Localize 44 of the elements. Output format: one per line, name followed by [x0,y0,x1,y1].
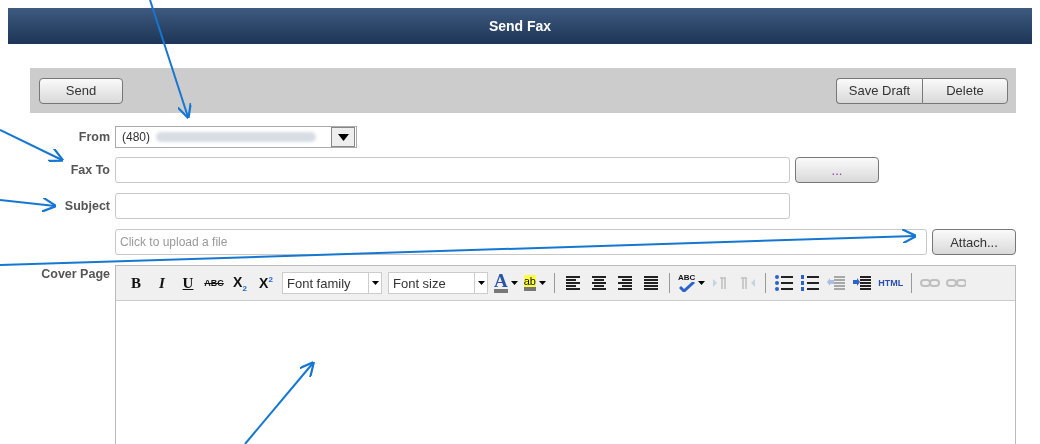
caret-icon [477,281,485,285]
delete-button[interactable]: Delete [922,77,1008,104]
subscript-tool[interactable]: X$_{2}$ [228,272,252,294]
hilite-tool[interactable]: ab [521,272,548,294]
chain-link-icon [920,276,941,290]
from-label: From [78,130,110,144]
superscript-tool[interactable]: X$^{2}$ [254,272,278,294]
from-select[interactable]: (480) [115,126,357,148]
fax-to-field[interactable] [115,157,790,183]
subject-field[interactable] [115,193,790,219]
caret-icon [371,281,379,285]
upload-field[interactable]: Click to upload a file [115,229,927,255]
html-tool[interactable]: HTML [876,272,906,294]
subject-label: Subject [64,199,110,213]
window-title: Send Fax [488,18,552,34]
chain-link-icon [946,276,967,290]
font-select[interactable]: Font size [388,272,488,294]
bold-tool[interactable]: B [124,272,148,294]
send-button[interactable]: Send [39,77,123,104]
attach-button[interactable]: Attach... [932,229,1016,255]
forecolor-tool[interactable]: A [492,272,520,294]
save-draft-button[interactable]: Save Draft [836,77,922,104]
annotation-arrow [0,196,58,213]
from-value: (480) [121,130,150,144]
check-icon [678,282,695,292]
list-icon [775,275,794,291]
fax-to-label: Fax To [70,163,110,177]
spellcheck-tool[interactable]: ABC [676,272,708,294]
indent-icon [853,275,872,291]
indent-icon [827,275,846,291]
align-icon [591,276,607,290]
align-icon [617,276,633,290]
align-icon [565,276,581,290]
align-icon [643,276,659,290]
cover-page-label: Cover Page [41,267,110,281]
underline-tool[interactable]: U [176,272,200,294]
font-select[interactable]: Font family [282,272,382,294]
italic-tool[interactable]: I [150,272,174,294]
list-icon [801,275,820,291]
annotation-arrow [0,129,65,162]
dropdown-icon [331,127,355,147]
paragraph-direction-icon [739,277,756,289]
strike-tool[interactable]: ABC [202,272,226,294]
browse-button[interactable]: ... [795,157,879,183]
